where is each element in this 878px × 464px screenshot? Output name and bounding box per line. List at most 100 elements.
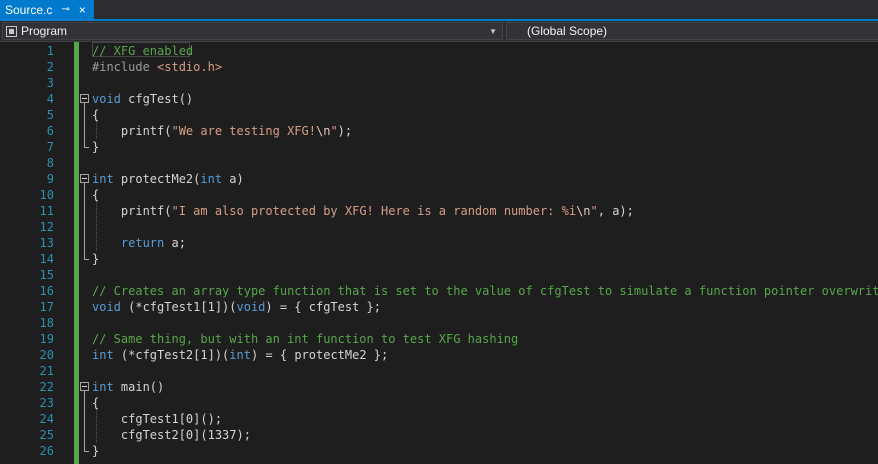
line-number: 21 bbox=[39, 364, 54, 378]
code-editor[interactable]: 1 // XFG enabled 2 #include <stdio.h> 3 4 void… bbox=[0, 42, 878, 464]
code-line[interactable]: 3 bbox=[0, 75, 878, 91]
navigation-bar: Program ▼ (Global Scope) bbox=[0, 21, 878, 42]
code-token: void bbox=[236, 300, 266, 314]
project-icon bbox=[6, 25, 17, 37]
code-token: ); bbox=[337, 124, 353, 138]
code-line[interactable]: 20 int (*cfgTest2[1])(int) = { protectMe2… bbox=[0, 347, 878, 363]
tab-source-c[interactable]: Source.c ⊸ × bbox=[0, 0, 94, 19]
code-token: cfgTest() bbox=[120, 92, 194, 106]
code-line[interactable]: 9 int protectMe2(int a) bbox=[0, 171, 878, 187]
line-number: 10 bbox=[39, 188, 54, 202]
code-text: } bbox=[92, 139, 99, 155]
line-number: 26 bbox=[39, 444, 54, 458]
pin-icon[interactable]: ⊸ bbox=[61, 4, 69, 15]
code-token: a) bbox=[222, 172, 244, 186]
line-number: 7 bbox=[46, 140, 54, 154]
code-token: ) = { cfgTest }; bbox=[265, 300, 381, 314]
code-token: a; bbox=[164, 236, 186, 250]
code-line[interactable]: 2 #include <stdio.h> bbox=[0, 59, 878, 75]
line-number: 16 bbox=[39, 284, 54, 298]
code-text: // Same thing, but with an int function … bbox=[92, 331, 518, 347]
line-number: 17 bbox=[39, 300, 54, 314]
code-line[interactable]: 18 bbox=[0, 315, 878, 331]
code-line[interactable]: 24 cfgTest1[0](); bbox=[0, 411, 878, 427]
close-icon[interactable]: × bbox=[79, 3, 86, 17]
code-token: #include bbox=[92, 60, 158, 74]
code-line[interactable]: 22 int main() bbox=[0, 379, 878, 395]
tab-title: Source.c bbox=[5, 2, 53, 17]
code-token: <stdio.h> bbox=[157, 60, 223, 74]
code-line[interactable]: 17 void (*cfgTest1[1])(void) = { cfgTest … bbox=[0, 299, 878, 315]
code-line[interactable]: 15 bbox=[0, 267, 878, 283]
line-number: 4 bbox=[46, 92, 54, 106]
code-token: (*cfgTest1[1])( bbox=[120, 300, 237, 314]
fold-end-marker bbox=[84, 259, 89, 260]
code-token: \n bbox=[576, 204, 591, 218]
code-text: cfgTest1[0](); bbox=[92, 411, 222, 427]
code-line[interactable]: 16 // Creates an array type function that… bbox=[0, 283, 878, 299]
code-token: cfgTest1[0](); bbox=[92, 412, 223, 426]
code-token: } bbox=[92, 140, 100, 154]
code-line[interactable]: 11 printf("I am also protected by XFG! H… bbox=[0, 203, 878, 219]
line-number: 19 bbox=[39, 332, 54, 346]
line-number: 23 bbox=[39, 396, 54, 410]
line-number: 11 bbox=[39, 204, 54, 218]
code-line[interactable]: 1 // XFG enabled bbox=[0, 43, 878, 59]
fold-end-marker bbox=[84, 451, 89, 452]
code-token: return bbox=[120, 236, 165, 250]
code-line[interactable]: 14} bbox=[0, 251, 878, 267]
code-text: void (*cfgTest1[1])(void) = { cfgTest }; bbox=[92, 299, 381, 315]
code-token: } bbox=[92, 252, 100, 266]
code-token: " bbox=[590, 204, 598, 218]
line-number: 13 bbox=[39, 236, 54, 250]
code-token: cfgTest2[0](1337); bbox=[92, 428, 251, 442]
chevron-down-icon[interactable]: ▼ bbox=[489, 27, 497, 36]
line-number: 12 bbox=[39, 220, 54, 234]
code-token: // Creates an array type function that i… bbox=[92, 284, 878, 298]
line-number: 1 bbox=[46, 44, 54, 58]
code-line[interactable]: 7} bbox=[0, 139, 878, 155]
indent-guide bbox=[96, 409, 98, 443]
code-line[interactable]: 13 return a; bbox=[0, 235, 878, 251]
code-line[interactable]: 8 bbox=[0, 155, 878, 171]
code-text: void cfgTest() bbox=[92, 91, 193, 107]
line-number: 15 bbox=[39, 268, 54, 282]
code-token: , a); bbox=[597, 204, 634, 218]
collapse-icon[interactable] bbox=[80, 382, 89, 391]
tab-bar: Source.c ⊸ × bbox=[0, 0, 878, 21]
code-token: printf( bbox=[92, 204, 172, 218]
code-line[interactable]: 19 // Same thing, but with an int functio… bbox=[0, 331, 878, 347]
code-line[interactable]: 10 { bbox=[0, 187, 878, 203]
code-line[interactable]: 5{ bbox=[0, 107, 878, 123]
code-token: void bbox=[92, 300, 121, 314]
code-text: printf("We are testing XFG!\n"); bbox=[92, 123, 352, 139]
line-number: 20 bbox=[39, 348, 54, 362]
code-line[interactable]: 25 cfgTest2[0](1337); bbox=[0, 427, 878, 443]
code-text: int main() bbox=[92, 379, 164, 395]
code-text: return a; bbox=[92, 235, 186, 251]
code-line[interactable]: 4 void cfgTest() bbox=[0, 91, 878, 107]
fold-end-marker bbox=[84, 147, 89, 148]
indent-guide bbox=[96, 121, 98, 139]
code-line[interactable]: 26} bbox=[0, 443, 878, 459]
collapse-icon[interactable] bbox=[80, 94, 89, 103]
code-text: cfgTest2[0](1337); bbox=[92, 427, 251, 443]
code-line[interactable]: 6 printf("We are testing XFG!\n"); bbox=[0, 123, 878, 139]
global-scope-dropdown[interactable]: (Global Scope) bbox=[506, 22, 878, 40]
line-number: 18 bbox=[39, 316, 54, 330]
code-token: int bbox=[229, 348, 251, 362]
code-token: // XFG enabled bbox=[92, 44, 194, 58]
code-line[interactable]: 12 bbox=[0, 219, 878, 235]
code-text: } bbox=[92, 443, 99, 459]
code-token: ) = { protectMe2 }; bbox=[250, 348, 389, 362]
collapse-icon[interactable] bbox=[80, 174, 89, 183]
code-line[interactable]: 21 bbox=[0, 363, 878, 379]
code-token: int bbox=[92, 348, 114, 362]
code-token: protectMe2( bbox=[113, 172, 201, 186]
project-scope-dropdown[interactable]: Program ▼ bbox=[2, 22, 503, 40]
fold-guide bbox=[84, 103, 85, 147]
code-token: main() bbox=[113, 380, 165, 394]
line-number: 3 bbox=[46, 76, 54, 90]
code-text: // XFG enabled bbox=[92, 43, 193, 59]
code-line[interactable]: 23 { bbox=[0, 395, 878, 411]
